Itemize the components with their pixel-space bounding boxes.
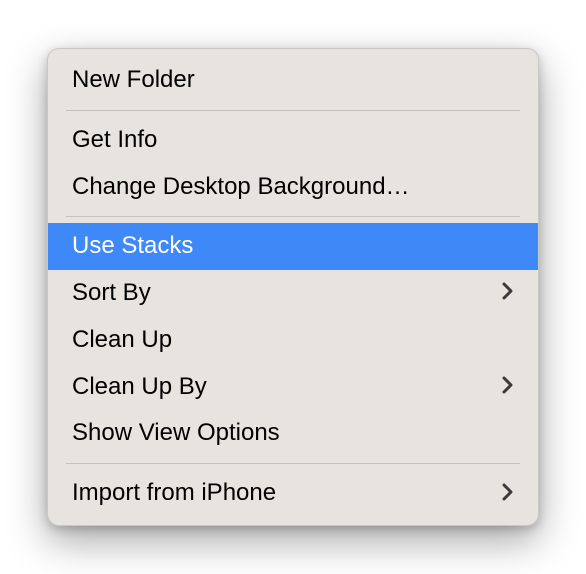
menu-item-label: Clean Up By [72, 370, 207, 405]
menu-item-new-folder[interactable]: New Folder [48, 57, 538, 104]
menu-item-label: Use Stacks [72, 229, 193, 264]
menu-item-use-stacks[interactable]: Use Stacks [48, 223, 538, 270]
menu-item-label: New Folder [72, 63, 195, 98]
menu-item-label: Show View Options [72, 416, 280, 451]
menu-item-import-from-iphone[interactable]: Import from iPhone [48, 470, 538, 517]
menu-item-show-view-options[interactable]: Show View Options [48, 410, 538, 457]
menu-item-label: Change Desktop Background… [72, 170, 410, 205]
menu-item-label: Import from iPhone [72, 476, 276, 511]
desktop-context-menu: New Folder Get Info Change Desktop Backg… [47, 48, 539, 526]
menu-item-change-desktop-background[interactable]: Change Desktop Background… [48, 164, 538, 211]
menu-separator [66, 110, 520, 111]
chevron-right-icon [502, 483, 514, 505]
menu-separator [66, 463, 520, 464]
menu-item-get-info[interactable]: Get Info [48, 117, 538, 164]
menu-item-clean-up-by[interactable]: Clean Up By [48, 364, 538, 411]
menu-separator [66, 216, 520, 217]
menu-item-label: Sort By [72, 276, 151, 311]
menu-item-clean-up[interactable]: Clean Up [48, 317, 538, 364]
chevron-right-icon [502, 376, 514, 398]
menu-item-label: Get Info [72, 123, 157, 158]
menu-item-sort-by[interactable]: Sort By [48, 270, 538, 317]
menu-item-label: Clean Up [72, 323, 172, 358]
chevron-right-icon [502, 282, 514, 304]
